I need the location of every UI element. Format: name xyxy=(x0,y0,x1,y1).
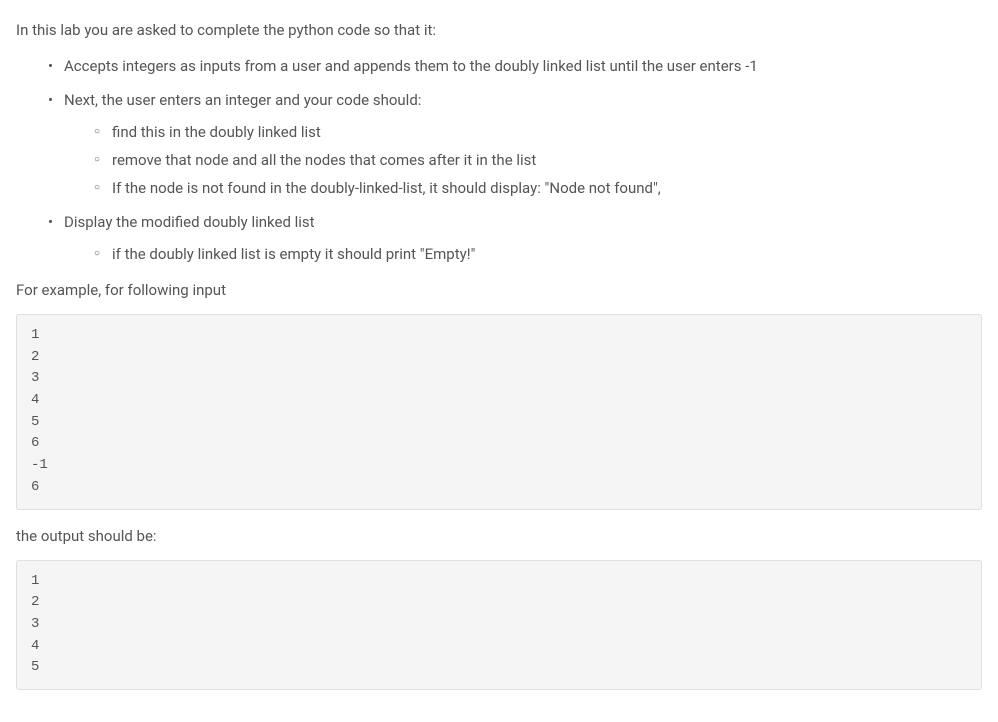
requirement-sublist-2: find this in the doubly linked list remo… xyxy=(64,120,982,200)
requirement-item-3: Display the modified doubly linked list … xyxy=(40,210,982,266)
example-intro: For example, for following input xyxy=(16,278,982,302)
output-intro: the output should be: xyxy=(16,524,982,548)
intro-paragraph: In this lab you are asked to complete th… xyxy=(16,18,982,42)
requirement-item-3-text: Display the modified doubly linked list xyxy=(64,213,315,231)
requirement-item-2-text: Next, the user enters an integer and you… xyxy=(64,91,421,109)
requirement-subitem-3-1: if the doubly linked list is empty it sh… xyxy=(88,242,982,266)
requirement-subitem-2-1: find this in the doubly linked list xyxy=(88,120,982,144)
requirement-item-2: Next, the user enters an integer and you… xyxy=(40,88,982,200)
requirements-list: Accepts integers as inputs from a user a… xyxy=(16,54,982,266)
example-output-block: 1 2 3 4 5 xyxy=(16,560,982,690)
requirement-subitem-2-3: If the node is not found in the doubly-l… xyxy=(88,176,982,200)
requirement-subitem-2-2: remove that node and all the nodes that … xyxy=(88,148,982,172)
lab-instructions: In this lab you are asked to complete th… xyxy=(16,18,982,690)
requirement-item-1: Accepts integers as inputs from a user a… xyxy=(40,54,982,78)
example-input-block: 1 2 3 4 5 6 -1 6 xyxy=(16,314,982,510)
requirement-sublist-3: if the doubly linked list is empty it sh… xyxy=(64,242,982,266)
